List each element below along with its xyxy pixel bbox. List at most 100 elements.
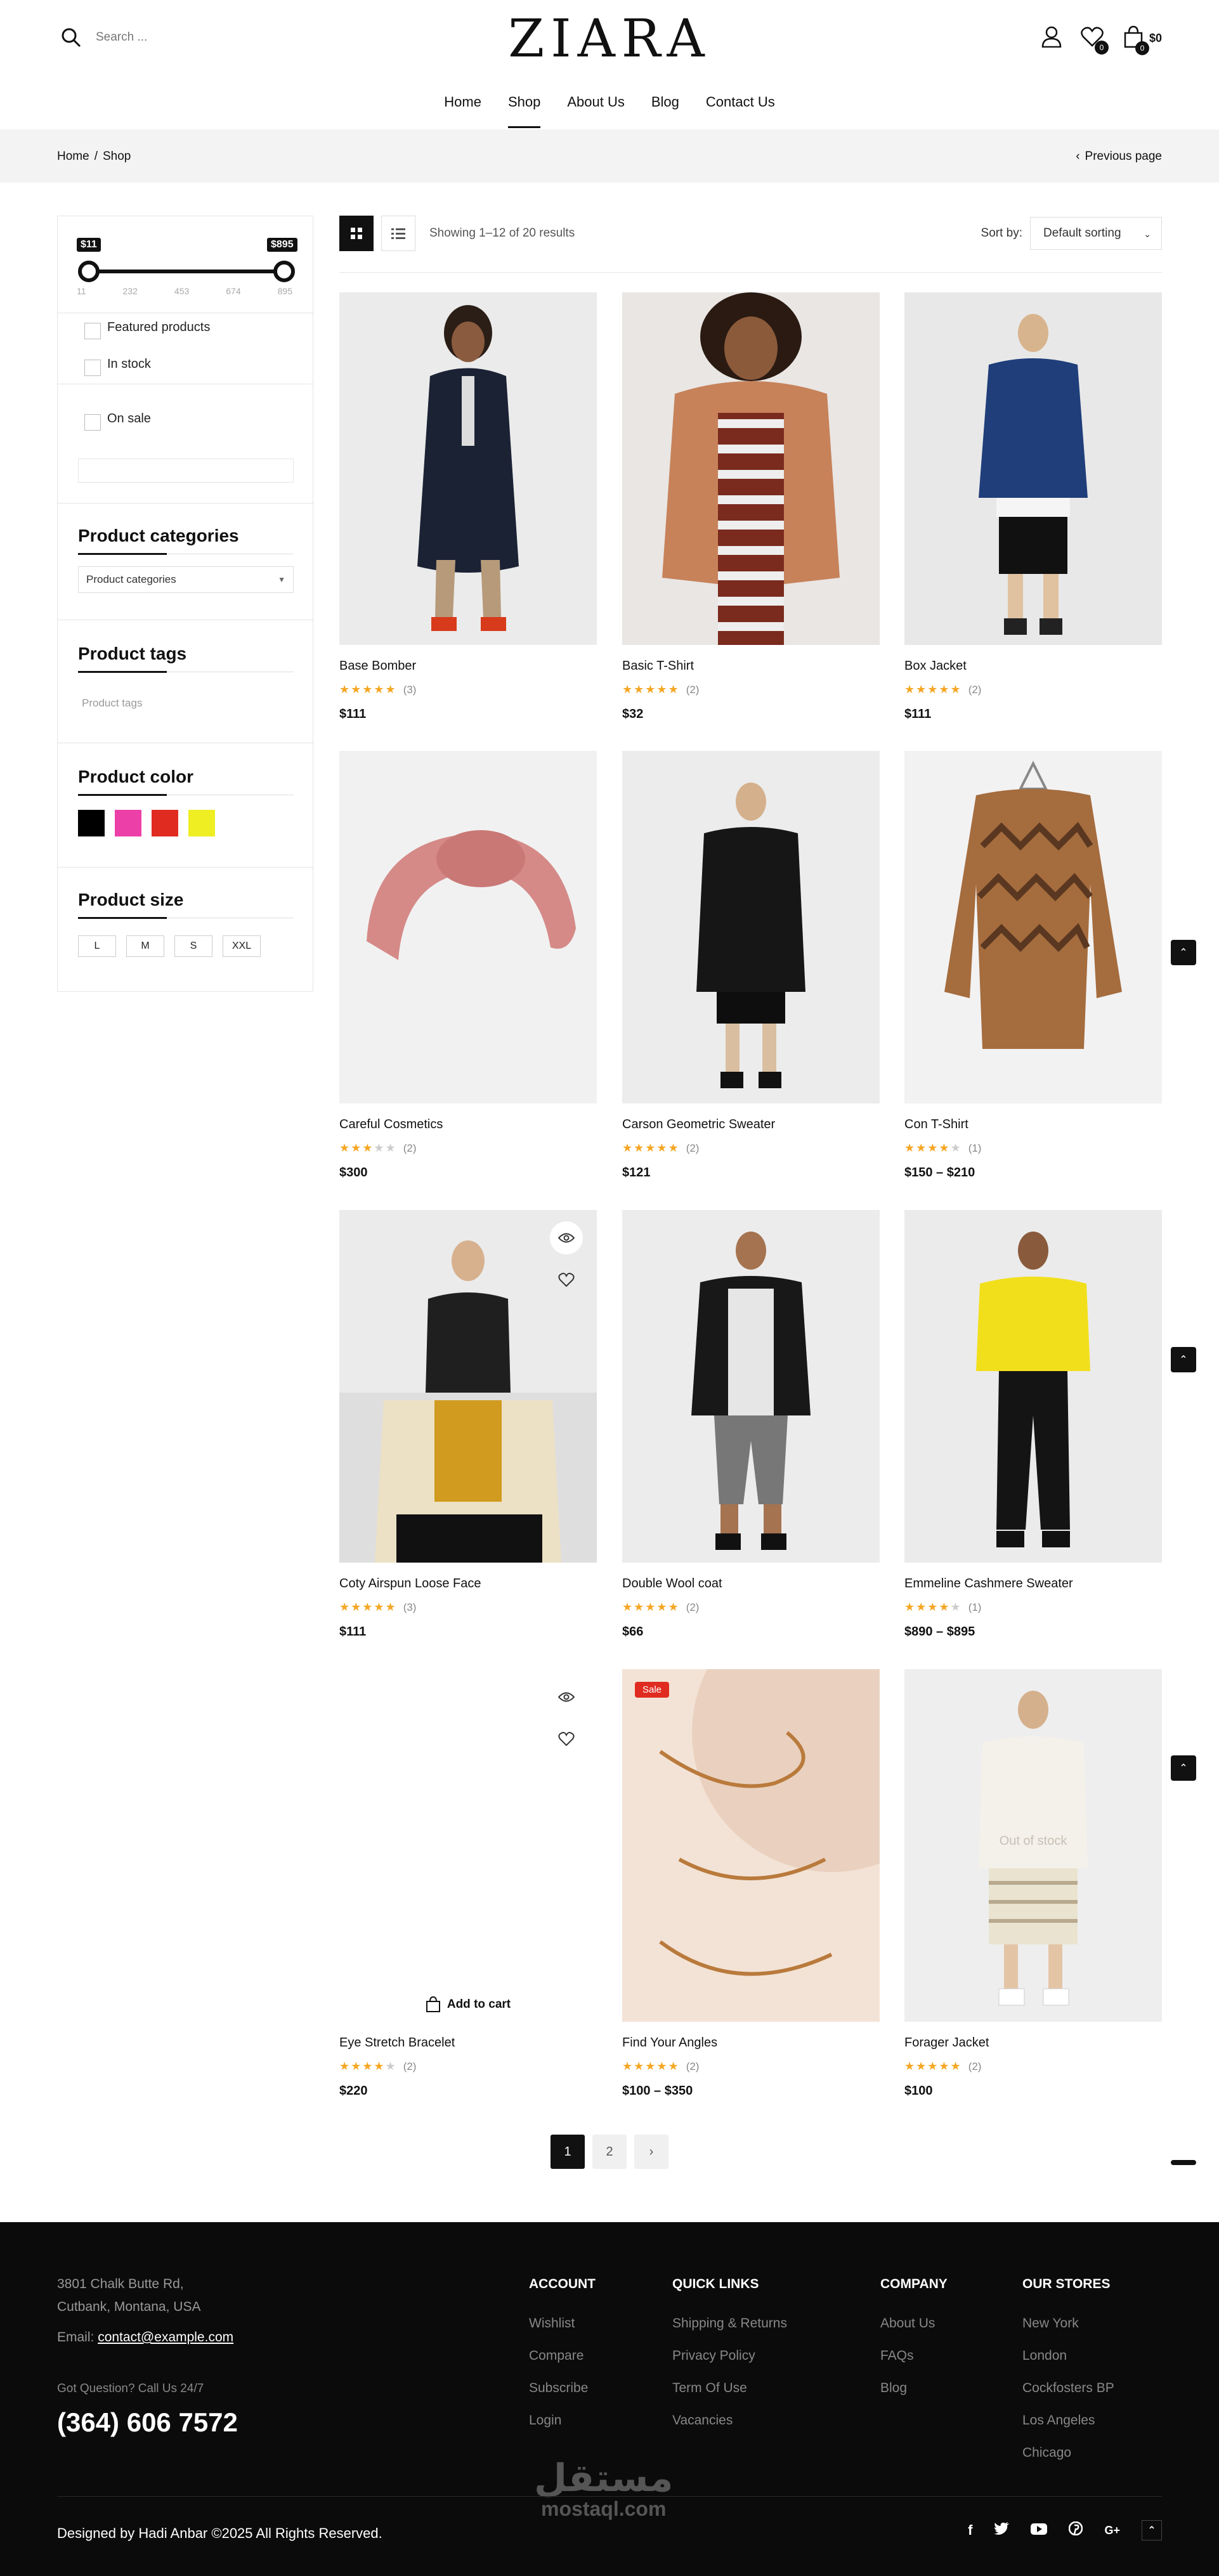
checkbox[interactable] — [84, 323, 101, 339]
price-slider-max-handle[interactable] — [273, 261, 295, 282]
filter-field[interactable] — [78, 459, 294, 483]
wishlist-icon[interactable]: 0 — [1081, 26, 1109, 55]
sort-select-value: Default sorting — [1043, 226, 1121, 240]
product-image[interactable] — [904, 751, 1162, 1103]
size-xxl[interactable]: XXL — [223, 935, 261, 957]
bag-icon — [426, 1996, 440, 2012]
product-name[interactable]: Emmeline Cashmere Sweater — [904, 1577, 1073, 1591]
sort-select[interactable]: Default sorting ⌄ — [1030, 217, 1162, 250]
product-image[interactable] — [339, 1210, 597, 1563]
pinterest-icon[interactable] — [1069, 2521, 1083, 2539]
cart-icon[interactable]: 0 — [1123, 25, 1149, 55]
product-name[interactable]: Find Your Angles — [622, 2036, 717, 2050]
product-name[interactable]: Double Wool coat — [622, 1577, 722, 1591]
quick-view-button[interactable] — [550, 1221, 583, 1254]
product-image[interactable] — [339, 751, 597, 1103]
product-name[interactable]: Forager Jacket — [904, 2036, 989, 2050]
youtube-icon[interactable] — [1031, 2522, 1048, 2539]
size-m[interactable]: M — [126, 935, 164, 957]
review-count: (2) — [968, 2060, 982, 2072]
product-name[interactable]: Basic T-Shirt — [622, 659, 694, 673]
checkbox[interactable] — [84, 360, 101, 376]
footer-link[interactable]: Subscribe — [529, 2381, 596, 2396]
nav-shop[interactable]: Shop — [495, 94, 554, 128]
product-price: $100 — [904, 2084, 933, 2098]
quick-view-button[interactable] — [550, 1681, 583, 1714]
footer-link[interactable]: Chicago — [1022, 2445, 1114, 2461]
product-name[interactable]: Eye Stretch Bracelet — [339, 2036, 455, 2050]
filter-featured[interactable]: Featured products — [84, 315, 210, 339]
next-page-button[interactable]: › — [634, 2135, 668, 2169]
add-to-wishlist-button[interactable] — [550, 1263, 583, 1296]
email-link[interactable]: contact@example.com — [98, 2330, 233, 2345]
color-swatch-black[interactable] — [78, 810, 105, 836]
footer-link[interactable]: New York — [1022, 2316, 1114, 2331]
product-image[interactable] — [904, 1210, 1162, 1563]
scroll-to-top-button[interactable]: ⌃ — [1171, 1755, 1196, 1781]
price-slider-min-handle[interactable] — [78, 261, 100, 282]
account-icon[interactable] — [1041, 26, 1062, 51]
product-image[interactable]: Add to cart — [339, 1669, 597, 2022]
price-slider-track[interactable] — [88, 270, 285, 273]
product-name[interactable]: Carson Geometric Sweater — [622, 1117, 775, 1132]
nav-home[interactable]: Home — [431, 94, 495, 128]
product-image[interactable] — [622, 751, 880, 1103]
footer-phone[interactable]: (364) 606 7572 — [57, 2407, 238, 2438]
footer-link[interactable]: FAQs — [880, 2348, 948, 2364]
facebook-icon[interactable]: f — [968, 2522, 972, 2539]
footer-link[interactable]: Compare — [529, 2348, 596, 2364]
size-s[interactable]: S — [174, 935, 212, 957]
product-name[interactable]: Base Bomber — [339, 659, 416, 673]
scroll-to-top-button[interactable]: ⌃ — [1171, 1347, 1196, 1372]
list-view-button[interactable] — [381, 216, 415, 251]
star-rating-icon: ★★★★★ — [622, 1601, 680, 1613]
product-image[interactable]: Sale — [622, 1669, 880, 2022]
product-name[interactable]: Coty Airspun Loose Face — [339, 1577, 481, 1591]
product-image[interactable] — [622, 292, 880, 645]
page-2-button[interactable]: 2 — [592, 2135, 627, 2169]
product-name[interactable]: Careful Cosmetics — [339, 1117, 443, 1132]
footer-link[interactable]: London — [1022, 2348, 1114, 2364]
product-image[interactable]: Out of stock — [904, 1669, 1162, 2022]
site-logo[interactable]: ZIARA — [0, 13, 1219, 66]
categories-select[interactable]: Product categories ▼ — [78, 566, 294, 593]
product-image[interactable] — [622, 1210, 880, 1563]
color-swatch-pink[interactable] — [115, 810, 141, 836]
add-to-wishlist-button[interactable] — [550, 1722, 583, 1755]
nav-blog[interactable]: Blog — [638, 94, 693, 128]
scroll-to-top-button[interactable]: ⌃ — [1171, 940, 1196, 965]
color-swatch-yellow[interactable] — [188, 810, 215, 836]
twitter-icon[interactable] — [994, 2522, 1010, 2539]
footer-link[interactable]: About Us — [880, 2316, 948, 2331]
product-price: $121 — [622, 1166, 651, 1180]
checkbox[interactable] — [84, 414, 101, 431]
product-image[interactable] — [904, 292, 1162, 645]
cart-total[interactable]: $0 — [1149, 32, 1162, 45]
filter-on-sale[interactable]: On sale — [84, 407, 151, 431]
google-plus-icon[interactable]: G+ — [1104, 2524, 1120, 2537]
breadcrumb-home[interactable]: Home — [57, 150, 89, 164]
footer-link[interactable]: Shipping & Returns — [672, 2316, 787, 2331]
nav-about[interactable]: About Us — [554, 94, 638, 128]
footer-link[interactable]: Cockfosters BP — [1022, 2381, 1114, 2396]
previous-page-link[interactable]: ‹ Previous page — [1076, 150, 1162, 164]
product-name[interactable]: Box Jacket — [904, 659, 967, 673]
footer-link[interactable]: Term Of Use — [672, 2381, 787, 2396]
product-name[interactable]: Con T-Shirt — [904, 1117, 968, 1132]
footer-link[interactable]: Blog — [880, 2381, 948, 2396]
footer-link[interactable]: Los Angeles — [1022, 2413, 1114, 2428]
footer-link[interactable]: Privacy Policy — [672, 2348, 787, 2364]
page-1-button[interactable]: 1 — [551, 2135, 585, 2169]
footer-link[interactable]: Vacancies — [672, 2413, 787, 2428]
filter-in-stock[interactable]: In stock — [84, 352, 151, 376]
product-image[interactable] — [339, 292, 597, 645]
footer-link[interactable]: Wishlist — [529, 2316, 596, 2331]
color-swatch-red[interactable] — [152, 810, 178, 836]
back-to-top-icon[interactable]: ⌃ — [1142, 2520, 1162, 2540]
footer-link[interactable]: Login — [529, 2413, 596, 2428]
add-to-cart-button[interactable]: Add to cart — [339, 1996, 597, 2013]
nav-contact[interactable]: Contact Us — [693, 94, 788, 128]
cart-count: 0 — [1135, 41, 1149, 55]
grid-view-button[interactable] — [339, 216, 374, 251]
size-l[interactable]: L — [78, 935, 116, 957]
